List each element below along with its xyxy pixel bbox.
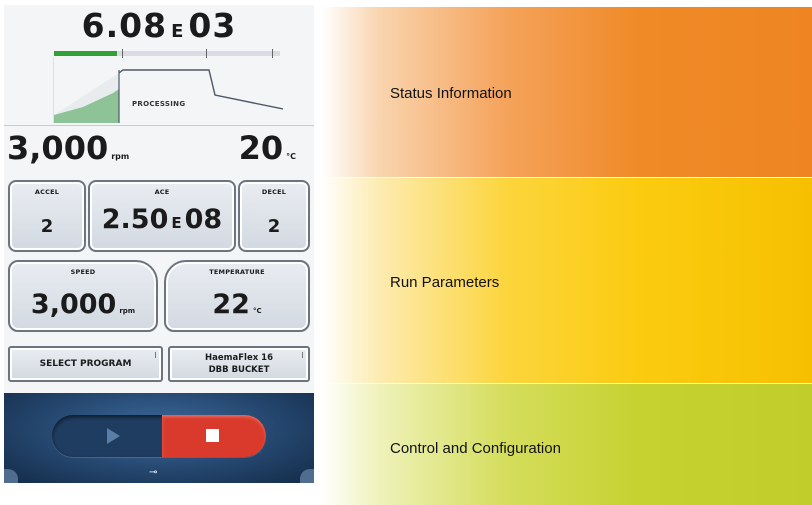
run-parameters-label: Run Parameters — [390, 274, 500, 291]
run-progress-fill — [54, 51, 118, 56]
start-stop-control — [52, 415, 266, 457]
speed-setpoint: 3,000 rpm — [10, 289, 156, 320]
speed-label: SPEED — [70, 268, 96, 276]
run-parameters-panel: ACCEL 2 ACE 2.50 E 08 DECEL 2 SPEED 3,000 r… — [4, 175, 314, 390]
centrifuge-display: 6.08 E 03 PROCESSING 3,000 rpm 20 °C ACCEL 2… — [4, 5, 314, 483]
key-icon[interactable]: ⊸ — [149, 467, 157, 478]
actual-temp-value: 20 — [238, 129, 284, 167]
actual-temp-unit: °C — [286, 152, 296, 161]
ace-mantissa: 6.08 — [81, 6, 168, 45]
actual-speed: 3,000 rpm — [7, 129, 129, 167]
select-program-label: SELECT PROGRAM — [39, 359, 132, 369]
temperature-setpoint-value: 22 — [212, 289, 250, 320]
ace-setpoint-e: E — [171, 214, 182, 232]
rotor-select-button[interactable]: HaemaFlex 16 DBB BUCKET — [168, 346, 310, 382]
run-parameters-band: Run Parameters — [321, 178, 812, 383]
temperature-label: TEMPERATURE — [209, 268, 265, 276]
decel-label: DECEL — [261, 188, 287, 196]
speed-button[interactable]: SPEED 3,000 rpm — [8, 260, 158, 332]
corner-tab-right[interactable] — [300, 469, 314, 483]
phase-label: PROCESSING — [132, 100, 186, 108]
select-program-button[interactable]: SELECT PROGRAM — [8, 346, 163, 382]
play-icon[interactable] — [107, 428, 120, 444]
control-bar: ⊸ — [4, 393, 314, 483]
actual-temperature: 20 °C — [239, 129, 296, 167]
temperature-button[interactable]: TEMPERATURE 22 °C — [164, 260, 310, 332]
ace-setpoint-exponent: 08 — [184, 204, 223, 235]
decel-value: 2 — [267, 216, 281, 237]
status-information-label: Status Information — [390, 85, 512, 102]
speed-setpoint-value: 3,000 — [30, 289, 117, 320]
decel-button[interactable]: DECEL 2 — [238, 180, 310, 252]
button-corner-mark — [302, 352, 303, 358]
control-configuration-band: Control and Configuration — [321, 384, 812, 505]
run-profile-graph — [53, 57, 283, 123]
rotor-name: HaemaFlex 16 — [205, 353, 273, 363]
profile-shade — [54, 73, 119, 123]
button-corner-mark — [155, 352, 156, 358]
actual-speed-unit: rpm — [111, 152, 130, 161]
ace-button[interactable]: ACE 2.50 E 08 — [88, 180, 236, 252]
stop-icon — [206, 429, 219, 442]
run-progress-bar — [54, 49, 280, 58]
accel-button[interactable]: ACCEL 2 — [8, 180, 86, 252]
ace-exponent: 03 — [188, 6, 237, 45]
actual-speed-value: 3,000 — [7, 129, 109, 167]
speed-setpoint-unit: rpm — [119, 307, 136, 315]
accel-label: ACCEL — [34, 188, 60, 196]
ace-setpoint: 2.50 E 08 — [90, 204, 234, 235]
accel-value: 2 — [40, 216, 54, 237]
rotor-bucket: DBB BUCKET — [208, 365, 270, 375]
stop-button[interactable] — [162, 415, 266, 457]
temperature-setpoint: 22 °C — [166, 289, 308, 320]
control-configuration-label: Control and Configuration — [390, 440, 561, 457]
ace-label: ACE — [154, 188, 170, 196]
status-information-band: Status Information — [321, 7, 812, 177]
corner-tab-left[interactable] — [4, 469, 18, 483]
ace-e: E — [171, 21, 185, 42]
ace-readout: 6.08 E 03 — [4, 5, 314, 47]
actual-values-row: 3,000 rpm 20 °C — [4, 125, 314, 168]
ace-setpoint-mantissa: 2.50 — [101, 204, 169, 235]
temperature-setpoint-unit: °C — [252, 307, 262, 315]
